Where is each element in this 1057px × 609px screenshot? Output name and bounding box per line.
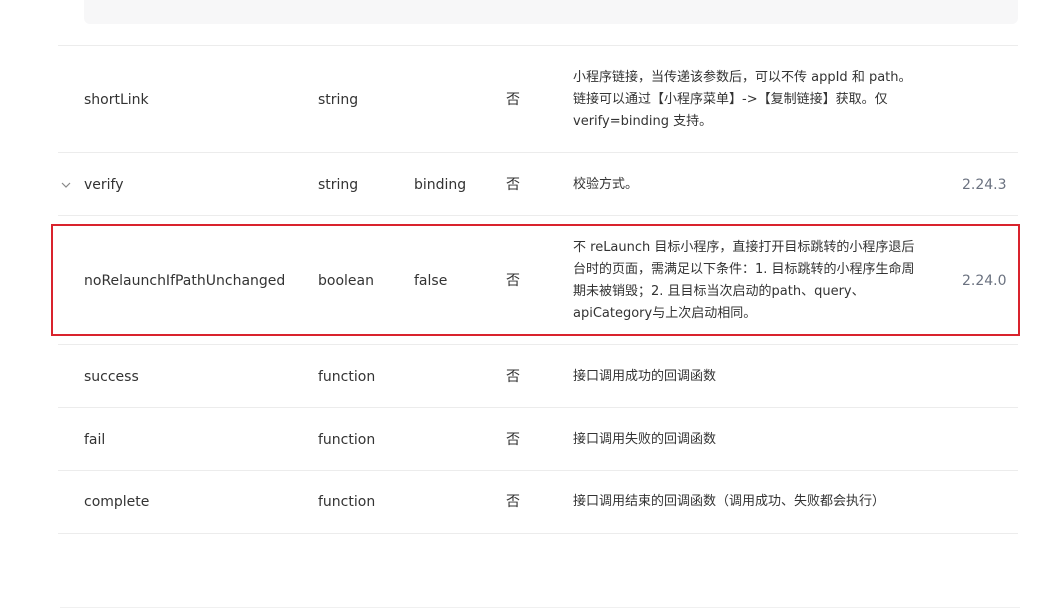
param-version: 2.24.3	[962, 176, 1007, 193]
param-version	[962, 471, 1018, 533]
param-default	[414, 345, 504, 408]
param-description: 接口调用成功的回调函数	[573, 368, 717, 384]
api-params-page: shortLink string 否 小程序链接，当传递该参数后，可以不传 ap…	[0, 0, 1057, 609]
param-type: string	[318, 176, 359, 193]
param-name: complete	[84, 494, 150, 510]
param-type: string	[318, 91, 359, 108]
param-default: false	[414, 272, 448, 289]
param-required: 否	[506, 176, 520, 193]
param-required: 否	[506, 431, 520, 448]
param-default	[414, 46, 504, 153]
param-description: 接口调用失败的回调函数	[573, 431, 717, 447]
param-type: boolean	[318, 272, 374, 289]
param-description: 小程序链接，当传递该参数后，可以不传 appId 和 path。链接可以通过【小…	[573, 69, 912, 129]
param-required: 否	[506, 91, 520, 108]
table-row: fail function 否 接口调用失败的回调函数	[58, 407, 1018, 471]
param-name: fail	[84, 431, 106, 448]
param-description: 接口调用结束的回调函数（调用成功、失败都会执行）	[573, 494, 886, 509]
table-row: success function 否 接口调用成功的回调函数	[58, 344, 1018, 408]
chevron-down-icon[interactable]	[58, 153, 74, 216]
table-row[interactable]: verify string binding 否 校验方式。 2.24.3	[58, 152, 1018, 216]
table-row: complete function 否 接口调用结束的回调函数（调用成功、失败都…	[58, 470, 1018, 534]
param-name: success	[84, 368, 139, 385]
table-row: noRelaunchIfPathUnchanged boolean false …	[58, 215, 1018, 345]
param-version: 2.24.0	[962, 272, 1007, 289]
param-default	[414, 408, 504, 471]
param-type: function	[318, 431, 376, 448]
param-description: 不 reLaunch 目标小程序，直接打开目标跳转的小程序退后台时的页面，需满足…	[573, 239, 915, 321]
param-required: 否	[506, 494, 520, 510]
param-description: 校验方式。	[573, 176, 639, 192]
param-version	[962, 408, 1018, 471]
code-block-bottom	[84, 0, 1018, 24]
param-default: binding	[414, 176, 467, 193]
param-name: shortLink	[84, 91, 149, 108]
param-version	[962, 345, 1018, 408]
param-type: function	[318, 368, 376, 385]
param-required: 否	[506, 368, 520, 385]
table-row: shortLink string 否 小程序链接，当传递该参数后，可以不传 ap…	[58, 45, 1018, 153]
param-name: verify	[84, 176, 124, 193]
param-name: noRelaunchIfPathUnchanged	[84, 272, 286, 289]
param-default	[414, 471, 504, 533]
divider	[60, 607, 1020, 608]
param-required: 否	[506, 272, 520, 289]
param-version	[962, 46, 1018, 153]
param-type: function	[318, 494, 376, 510]
